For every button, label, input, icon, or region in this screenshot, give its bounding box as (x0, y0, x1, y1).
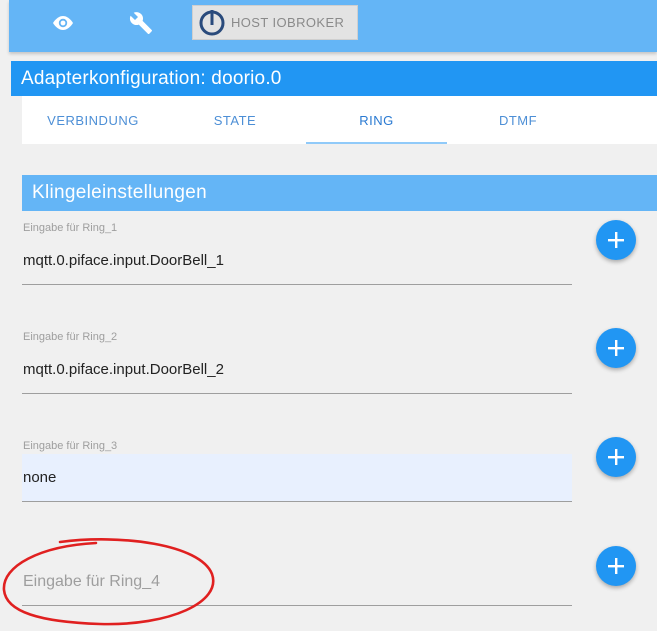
iobroker-logo-icon (199, 9, 225, 35)
wrench-icon (129, 12, 152, 34)
tab-ring[interactable]: RING (306, 96, 447, 144)
ring-2-field: Eingabe für Ring_2 mqtt.0.piface.input.D… (22, 330, 572, 394)
tab-verbindung[interactable]: VERBINDUNG (22, 96, 164, 144)
settings-button[interactable] (121, 6, 161, 40)
host-label: HOST IOBROKER (231, 15, 345, 30)
add-ring-1-button[interactable] (596, 220, 636, 260)
add-ring-3-button[interactable] (596, 437, 636, 477)
ring-3-field: Eingabe für Ring_3 none (22, 439, 572, 503)
tab-state[interactable]: STATE (164, 96, 306, 144)
section-header: Klingeleinstellungen (22, 175, 657, 211)
active-tab-indicator (306, 142, 447, 144)
eye-button[interactable] (43, 6, 83, 40)
ring-4-field: Eingabe für Ring_4 (22, 558, 572, 612)
ring-1-input[interactable]: mqtt.0.piface.input.DoorBell_1 (22, 237, 572, 285)
plus-icon (608, 558, 624, 574)
ring-3-label: Eingabe für Ring_3 (23, 440, 118, 452)
ring-2-input[interactable]: mqtt.0.piface.input.DoorBell_2 (22, 346, 572, 394)
add-ring-2-button[interactable] (596, 328, 636, 368)
plus-icon (608, 449, 624, 465)
ring-1-label: Eingabe für Ring_1 (23, 222, 118, 234)
ring-4-input[interactable]: Eingabe für Ring_4 (22, 558, 572, 606)
page-title: Adapterkonfiguration: doorio.0 (11, 61, 657, 96)
tab-bar: VERBINDUNG STATE RING DTMF (22, 96, 657, 144)
plus-icon (608, 232, 624, 248)
ring-2-label: Eingabe für Ring_2 (23, 331, 118, 343)
plus-icon (608, 340, 624, 356)
ring-3-input[interactable]: none (22, 454, 572, 502)
top-toolbar: HOST IOBROKER (9, 0, 657, 52)
tab-dtmf[interactable]: DTMF (447, 96, 589, 144)
host-selector[interactable]: HOST IOBROKER (192, 5, 358, 40)
eye-icon (53, 16, 73, 30)
add-ring-4-button[interactable] (596, 546, 636, 586)
ring-1-field: Eingabe für Ring_1 mqtt.0.piface.input.D… (22, 221, 572, 285)
